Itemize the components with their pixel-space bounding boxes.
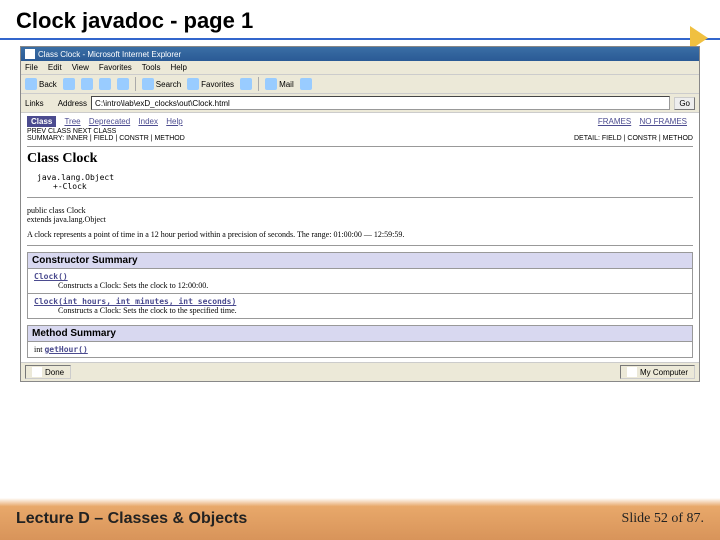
statusbar: Done My Computer [21,362,699,381]
menubar: File Edit View Favorites Tools Help [21,61,699,75]
address-input[interactable] [91,96,670,110]
status-zone: My Computer [620,365,695,379]
class-declaration: public class Clock extends java.lang.Obj… [27,206,693,224]
nav-frames[interactable]: FRAMES [598,117,631,126]
page-content: Class Tree Deprecated Index Help FRAMES … [21,113,699,362]
constructor-desc: Constructs a Clock: Sets the clock to 12… [58,281,686,290]
method-sig[interactable]: getHour() [44,345,87,354]
menu-help[interactable]: Help [170,63,186,72]
favorites-icon [187,78,199,90]
method-summary-header: Method Summary [27,325,693,342]
menu-edit[interactable]: Edit [48,63,62,72]
home-icon[interactable] [117,78,129,90]
print-icon[interactable] [300,78,312,90]
search-icon [142,78,154,90]
nav-index[interactable]: Index [138,117,158,126]
nav-prev-next: PREV CLASS NEXT CLASS [27,128,116,135]
menu-favorites[interactable]: Favorites [99,63,132,72]
toolbar: Back Search Favorites Mail [21,75,699,94]
constructor-sig[interactable]: Clock(int hours, int minutes, int second… [34,297,236,306]
class-heading: Class Clock [27,151,693,167]
slide-number: Slide 52 of 87. [622,511,704,527]
method-row: int getHour() [27,342,693,358]
back-icon [25,78,37,90]
ie-icon [25,49,35,59]
nav-deprecated[interactable]: Deprecated [89,117,130,126]
nav-class[interactable]: Class [27,116,56,127]
go-button[interactable]: Go [674,97,695,110]
constructor-summary-header: Constructor Summary [27,252,693,269]
method-return: int [34,345,42,354]
forward-icon[interactable] [63,78,75,90]
menu-tools[interactable]: Tools [142,63,161,72]
history-icon[interactable] [240,78,252,90]
back-button[interactable]: Back [25,78,57,90]
status-done: Done [25,365,71,379]
menu-file[interactable]: File [25,63,38,72]
slide-footer: Lecture D – Classes & Objects Slide 52 o… [0,498,720,540]
nav-summary: SUMMARY: INNER | FIELD | CONSTR | METHOD [27,135,185,142]
class-description: A clock represents a point of time in a … [27,230,693,239]
computer-icon [627,367,637,377]
favorites-button[interactable]: Favorites [187,78,234,90]
divider [27,245,693,246]
nav-tree[interactable]: Tree [64,117,80,126]
nav-noframes[interactable]: NO FRAMES [639,117,687,126]
inheritance-tree: java.lang.Object +-Clock [37,173,693,191]
search-button[interactable]: Search [142,78,181,90]
toolbar-divider [135,77,136,91]
javadoc-nav-detail: PREV CLASS NEXT CLASS SUMMARY: INNER | F… [27,128,693,142]
page-icon [32,367,42,377]
mail-icon [265,78,277,90]
address-bar: Links Address Go [21,94,699,113]
address-label: Address [58,99,87,108]
constructor-sig[interactable]: Clock() [34,272,68,281]
browser-window: Class Clock - Microsoft Internet Explore… [20,46,700,382]
browser-titlebar: Class Clock - Microsoft Internet Explore… [21,47,699,61]
divider [27,146,693,147]
toolbar-divider [258,77,259,91]
javadoc-nav: Class Tree Deprecated Index Help FRAMES … [27,117,693,126]
links-label: Links [25,99,44,108]
constructor-desc: Constructs a Clock: Sets the clock to th… [58,306,686,315]
menu-view[interactable]: View [72,63,89,72]
constructor-row: Clock(int hours, int minutes, int second… [27,294,693,319]
divider [27,197,693,198]
constructor-row: Clock() Constructs a Clock: Sets the clo… [27,269,693,294]
stop-icon[interactable] [81,78,93,90]
lecture-label: Lecture D – Classes & Objects [16,510,247,528]
mail-button[interactable]: Mail [265,78,294,90]
slide-title: Clock javadoc - page 1 [0,0,720,38]
nav-detail: DETAIL: FIELD | CONSTR | METHOD [574,135,693,142]
tree-self: +-Clock [53,182,693,191]
browser-title-text: Class Clock - Microsoft Internet Explore… [38,50,181,59]
tree-parent: java.lang.Object [37,173,693,182]
nav-help[interactable]: Help [166,117,182,126]
title-rule [0,38,720,40]
refresh-icon[interactable] [99,78,111,90]
